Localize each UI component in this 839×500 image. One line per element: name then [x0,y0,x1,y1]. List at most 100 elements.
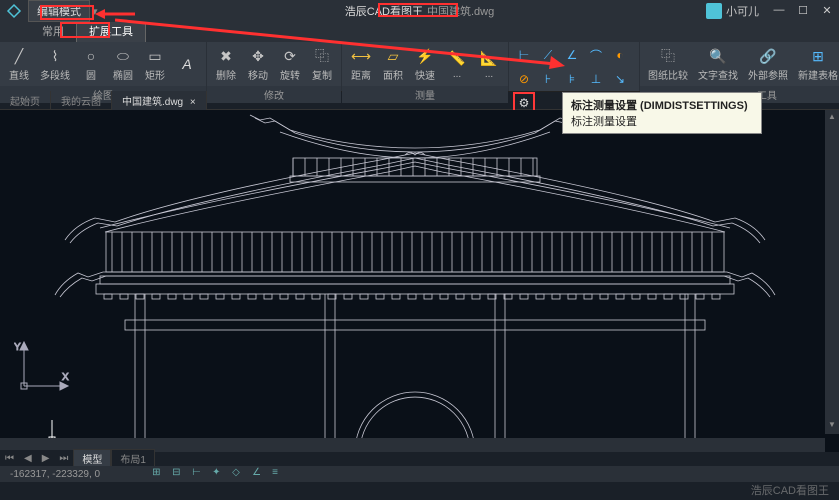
tool-rotate[interactable]: ⟳旋转 [275,44,305,84]
cad-drawing [0,110,839,452]
app-logo-icon [0,0,28,22]
dim-aligned[interactable]: ⟋ [537,44,559,66]
scroll-down-icon[interactable]: ▼ [827,420,837,432]
snap-icon[interactable]: ⊞ [152,467,166,481]
ribbon-tabs: 常用 扩展工具 [0,22,839,42]
tab-nav-last[interactable]: ⏭ [54,452,73,465]
status-bar: -162317, -223329, 0 ⊞ ⊟ ⊢ ✦ ◇ ∠ ≡ [0,466,839,482]
search-icon: 🔍 [708,46,728,66]
dim-arc[interactable]: ⌒ [585,44,607,66]
group-label-modify: 修改 [207,86,341,103]
coordinates: -162317, -223329, 0 [6,469,104,480]
tab-nav-next[interactable]: ▶ [37,452,55,465]
watermark: 浩辰CAD看图王 [751,482,829,498]
tool-circle[interactable]: ○圆 [76,44,106,84]
osnap-icon[interactable]: ◇ [232,467,246,481]
grid-icon[interactable]: ⊟ [172,467,186,481]
tool-xref[interactable]: 🔗外部参照 [744,44,792,84]
rotate-icon: ⟳ [280,46,300,66]
group-tools: ⿻图纸比较 🔍文字查找 🔗外部参照 ⊞新建表格 ⊟XlsTable 工具 [640,42,839,91]
dim-baseline[interactable]: ⊧ [561,68,583,90]
measure-icon: 📏 [447,48,467,68]
area-icon: ▱ [383,46,403,66]
tool-compare[interactable]: ⿻图纸比较 [644,44,692,84]
move-icon: ✥ [248,46,268,66]
quick-icon: ⚡ [415,46,435,66]
dim-angular[interactable]: ∠ [561,44,583,66]
rect-icon: ▭ [145,46,165,66]
tool-delete[interactable]: ✖删除 [211,44,241,84]
tab-extended[interactable]: 扩展工具 [76,19,146,42]
layout-tabs: ⏮ ◀ ▶ ⏭ 模型 布局1 [0,450,155,466]
dropdown-arrow-icon[interactable]: ▾ [92,5,98,18]
title-bar: 编辑模式 ▾ 浩辰CAD看图王 中国建筑.dwg 小可儿 — ☐ ✕ [0,0,839,22]
otrack-icon[interactable]: ∠ [252,467,266,481]
dim-linear[interactable]: ⊢ [513,44,535,66]
tool-quick[interactable]: ⚡快速 [410,44,440,84]
tool-copy[interactable]: ⿻复制 [307,44,337,84]
circle-icon: ○ [81,46,101,66]
vertical-scrollbar[interactable]: ▲ ▼ [825,110,839,434]
tool-rect[interactable]: ▭矩形 [140,44,170,84]
file-title: 中国建筑.dwg [427,3,494,19]
tool-ellipse[interactable]: ⬭椭圆 [108,44,138,84]
measure2-icon: 📐 [479,48,499,68]
doc-tab-cloud[interactable]: 我的云图 [51,91,112,110]
doc-tab-start[interactable]: 起始页 [0,91,51,110]
maximize-button[interactable]: ☐ [795,4,811,18]
delete-icon: ✖ [216,46,236,66]
polar-icon[interactable]: ✦ [212,467,226,481]
tool-polyline[interactable]: ⌇多段线 [36,44,74,84]
tool-measure-more2[interactable]: 📐... [474,46,504,82]
table-icon: ⊞ [808,46,828,66]
scroll-up-icon[interactable]: ▲ [827,112,837,124]
compare-icon: ⿻ [658,46,678,66]
dim-leader[interactable]: ↘ [609,68,631,90]
group-draw: ╱直线 ⌇多段线 ○圆 ⬭椭圆 ▭矩形 A 绘图 [0,42,207,91]
user-name: 小可儿 [726,3,759,19]
edit-mode-button[interactable]: 编辑模式 [28,0,90,22]
title-center: 浩辰CAD看图王 中国建筑.dwg [345,3,494,19]
tooltip-dimsettings: 标注测量设置 (DIMDISTSETTINGS) 标注测量设置 [562,92,762,134]
group-annotate: ⊢ ⟋ ∠ ⌒ ◐ ⊘ ⊦ ⊧ ⊥ ↘ ⚙ 标注 [509,42,640,91]
text-icon: A [177,54,197,74]
group-measure: ⟷距离 ▱面积 ⚡快速 📏... 📐... 测量 [342,42,509,91]
avatar-icon [706,3,722,19]
polyline-icon: ⌇ [45,46,65,66]
tab-nav-first[interactable]: ⏮ [0,452,19,465]
tool-move[interactable]: ✥移动 [243,44,273,84]
tab-close-icon[interactable]: × [190,97,196,108]
dim-radius[interactable]: ◐ [609,44,631,66]
line-icon: ╱ [9,46,29,66]
tool-textfind[interactable]: 🔍文字查找 [694,44,742,84]
tool-line[interactable]: ╱直线 [4,44,34,84]
tool-text[interactable]: A [172,52,202,76]
lweight-icon[interactable]: ≡ [272,467,286,481]
tool-distance[interactable]: ⟷距离 [346,44,376,84]
tool-measure-more1[interactable]: 📏... [442,46,472,82]
ortho-icon[interactable]: ⊢ [192,467,206,481]
copy-icon: ⿻ [312,46,332,66]
app-title: 浩辰CAD看图王 [345,3,423,19]
dim-ordinate[interactable]: ⊥ [585,68,607,90]
tab-layout1[interactable]: 布局1 [111,449,155,468]
distance-icon: ⟷ [351,46,371,66]
tab-nav-prev[interactable]: ◀ [19,452,37,465]
group-modify: ✖删除 ✥移动 ⟳旋转 ⿻复制 修改 [207,42,342,91]
xref-icon: 🔗 [758,46,778,66]
drawing-canvas[interactable]: X Y ▲ ▼ [0,110,839,452]
dim-diameter[interactable]: ⊘ [513,68,535,90]
ribbon: ╱直线 ⌇多段线 ○圆 ⬭椭圆 ▭矩形 A 绘图 ✖删除 ✥移动 ⟳旋转 ⿻复制… [0,42,839,92]
close-button[interactable]: ✕ [819,4,835,18]
dim-continue[interactable]: ⊦ [537,68,559,90]
tool-area[interactable]: ▱面积 [378,44,408,84]
ellipse-icon: ⬭ [113,46,133,66]
doc-tab-current[interactable]: 中国建筑.dwg × [112,91,207,110]
tab-model[interactable]: 模型 [73,449,111,468]
tab-common[interactable]: 常用 [30,20,76,42]
group-label-measure: 测量 [342,86,508,103]
window-controls: — ☐ ✕ [771,4,835,18]
minimize-button[interactable]: — [771,4,787,18]
tool-newtable[interactable]: ⊞新建表格 [794,44,839,84]
user-area[interactable]: 小可儿 [706,3,759,19]
